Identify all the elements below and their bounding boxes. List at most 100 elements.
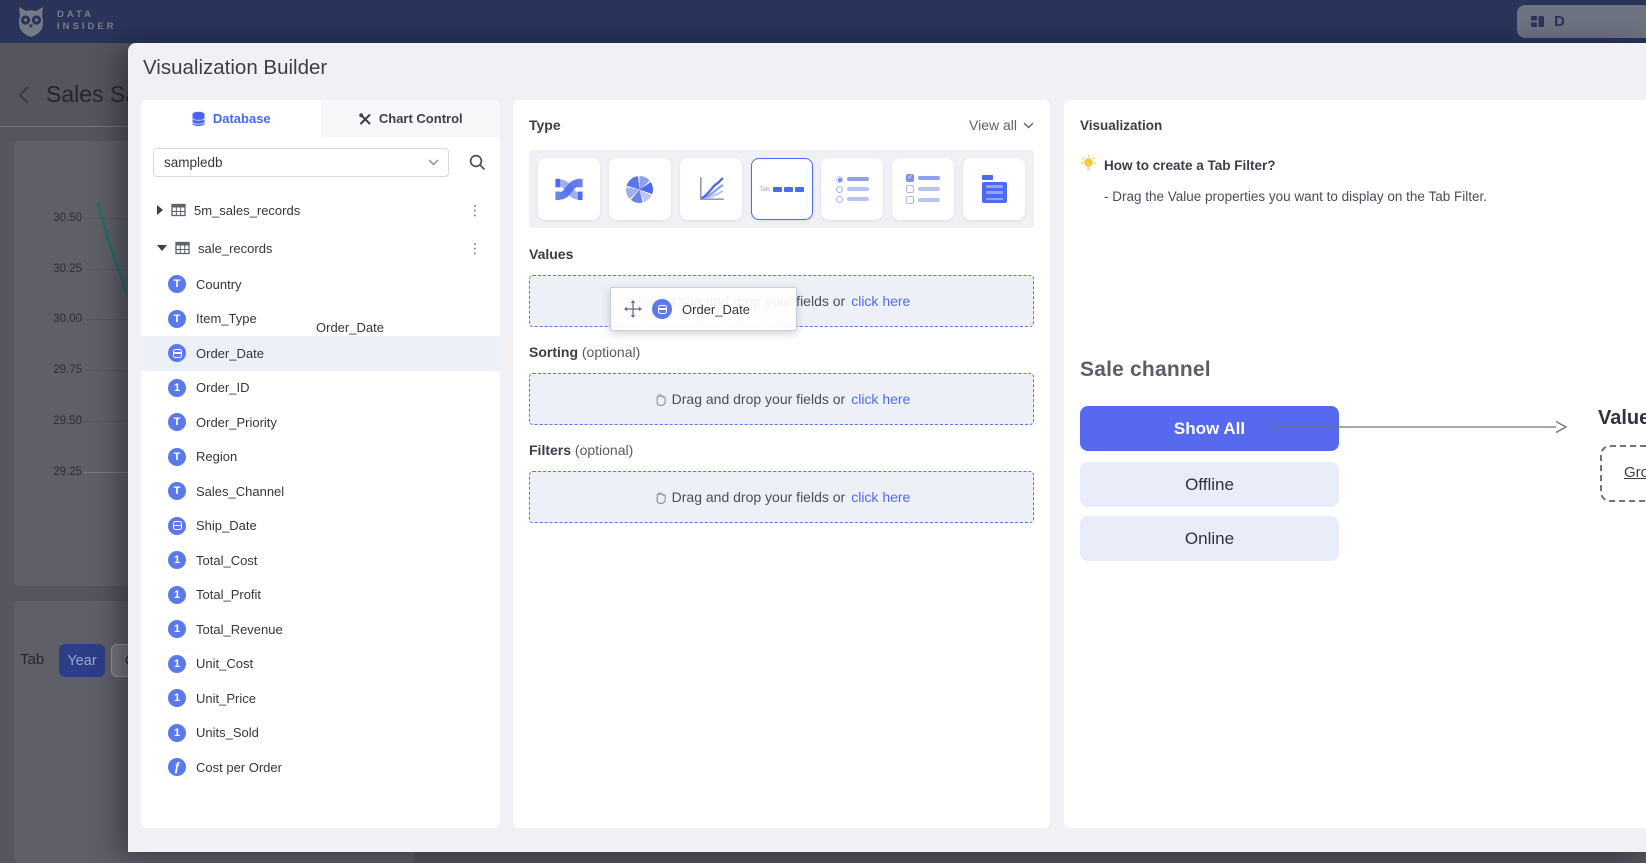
tab-chart-control[interactable]: Chart Control (321, 100, 501, 137)
gridline (84, 421, 130, 422)
field-row-total-revenue[interactable]: Total_Revenue (141, 612, 500, 647)
number-field-icon (168, 379, 186, 397)
table-row-sale-records[interactable]: sale_records ⋮ (141, 229, 500, 267)
pie-chart-icon (626, 176, 653, 203)
y-axis-tick: 30.50 (38, 212, 82, 224)
sorting-dropzone[interactable]: Drag and drop your fields or click here (529, 373, 1034, 425)
date-field-icon (652, 299, 672, 319)
builder-panel: Type View all (513, 100, 1050, 828)
field-row-cost-per-order[interactable]: Cost per Order (141, 750, 500, 785)
chart-type-pie[interactable] (609, 158, 671, 220)
field-row-country[interactable]: Country (141, 267, 500, 302)
y-axis-tick: 29.25 (38, 466, 82, 478)
chart-type-tab-filter[interactable]: Tab (751, 158, 813, 220)
caret-right-icon[interactable] (157, 205, 163, 215)
option-offline[interactable]: Offline (1080, 462, 1339, 507)
filters-dropzone[interactable]: Drag and drop your fields or click here (529, 471, 1034, 523)
chart-type-single-choice[interactable] (821, 158, 883, 220)
visualization-panel: Visualization How to create a Tab Filter… (1064, 100, 1646, 828)
date-field-icon (168, 517, 186, 535)
field-row-total-profit[interactable]: Total_Profit (141, 578, 500, 613)
drag-ghost-chip[interactable]: Order_Date (610, 287, 797, 331)
kebab-menu-icon[interactable]: ⋮ (468, 241, 482, 255)
sankey-chart-icon (550, 172, 588, 206)
database-icon (191, 111, 206, 127)
tab-filter-icon: Tab (759, 186, 803, 193)
field-row-sales-channel[interactable]: Sales_Channel (141, 474, 500, 509)
tab-chart-control-label: Chart Control (379, 111, 463, 126)
chevron-down-icon[interactable] (428, 159, 439, 166)
brand-logo[interactable]: DATA INSIDER (14, 4, 117, 38)
group-drop-target[interactable]: Group (1600, 445, 1646, 502)
text-field-icon (168, 448, 186, 466)
chart-type-sankey[interactable] (538, 158, 600, 220)
field-row-order-priority[interactable]: Order_Priority (141, 405, 500, 440)
drag-ghost-text: Order_Date (316, 320, 384, 335)
number-field-icon (168, 586, 186, 604)
field-row-region[interactable]: Region (141, 440, 500, 475)
search-icon[interactable] (468, 153, 487, 172)
table-icon (175, 241, 190, 255)
tip-body: - Drag the Value properties you want to … (1104, 189, 1487, 204)
modal-title: Visualization Builder (143, 56, 327, 80)
values-section-label: Values (529, 246, 573, 262)
table-icon (171, 203, 186, 217)
dashboard-button-label: D (1554, 13, 1565, 30)
chart-type-multi-choice[interactable]: ✓ (892, 158, 954, 220)
field-row-total-cost[interactable]: Total_Cost (141, 543, 500, 578)
filters-click-here-link[interactable]: click here (851, 489, 910, 505)
multi-choice-icon: ✓ (906, 171, 940, 207)
dropdown-filter-icon (982, 175, 1007, 203)
sorting-section-label: Sorting (optional) (529, 344, 640, 360)
widget-title: Sale channel (1080, 358, 1211, 382)
number-field-icon (168, 724, 186, 742)
group-annotation-label: Group (1624, 464, 1646, 481)
date-field-icon (168, 344, 186, 362)
drag-hand-icon (653, 490, 666, 504)
field-row-units-sold[interactable]: Units_Sold (141, 716, 500, 751)
drag-hand-icon (653, 392, 666, 406)
number-field-icon (168, 689, 186, 707)
type-section-label: Type (529, 117, 561, 133)
values-click-here-link[interactable]: click here (851, 293, 910, 309)
brand-text: DATA INSIDER (57, 9, 117, 33)
chart-type-line[interactable] (680, 158, 742, 220)
chart-type-dropdown[interactable] (963, 158, 1025, 220)
back-arrow-icon[interactable] (14, 83, 36, 107)
field-row-order-date[interactable]: Order_Date (141, 336, 500, 371)
number-field-icon (168, 655, 186, 673)
table-row-5m-sales-records[interactable]: 5m_sales_records ⋮ (141, 191, 500, 229)
function-field-icon (168, 758, 186, 776)
text-field-icon (168, 275, 186, 293)
number-field-icon (168, 551, 186, 569)
gridline (84, 370, 130, 371)
kebab-menu-icon[interactable]: ⋮ (468, 203, 482, 217)
number-field-icon (168, 620, 186, 638)
view-all-button[interactable]: View all (969, 117, 1034, 133)
single-choice-icon (836, 173, 869, 206)
y-axis-tick: 29.50 (38, 415, 82, 427)
tab-database[interactable]: Database (141, 100, 321, 137)
drag-chip-label: Order_Date (682, 302, 750, 317)
tip-title: How to create a Tab Filter? (1104, 158, 1276, 173)
field-row-order-id[interactable]: Order_ID (141, 371, 500, 406)
tab-year[interactable]: Year (59, 644, 105, 677)
text-field-icon (168, 482, 186, 500)
caret-down-icon[interactable] (157, 245, 167, 251)
visualization-header: Visualization (1080, 118, 1162, 133)
value-annotation-label: Value (1598, 407, 1646, 430)
option-online[interactable]: Online (1080, 516, 1339, 561)
chevron-down-icon (1023, 122, 1034, 129)
dashboard-nav-button[interactable]: D (1517, 5, 1646, 38)
background-page-title: Sales Sa (46, 81, 138, 108)
line-chart-icon (693, 172, 729, 206)
lightbulb-icon (1080, 155, 1097, 173)
field-row-ship-date[interactable]: Ship_Date (141, 509, 500, 544)
tools-icon (358, 112, 372, 126)
database-select-input[interactable] (153, 148, 449, 177)
sorting-click-here-link[interactable]: click here (851, 391, 910, 407)
teal-line-series (90, 193, 132, 303)
arrow-connector (1268, 417, 1570, 437)
field-row-unit-cost[interactable]: Unit_Cost (141, 647, 500, 682)
field-row-unit-price[interactable]: Unit_Price (141, 681, 500, 716)
